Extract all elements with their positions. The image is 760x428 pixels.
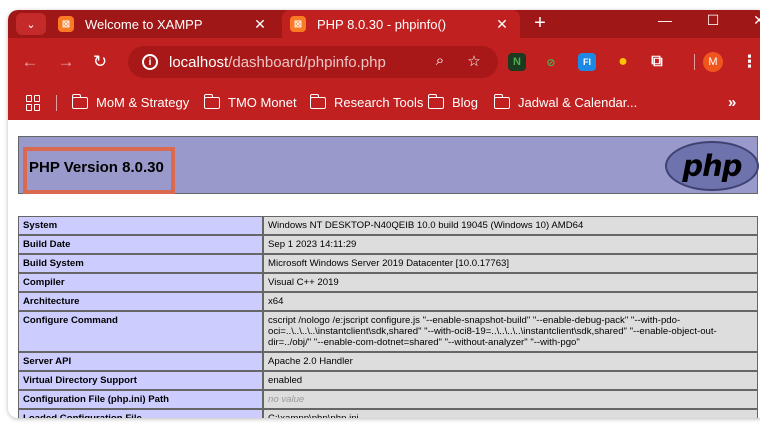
chevron-down-icon: ⌄	[26, 18, 36, 31]
row-value: Apache 2.0 Handler	[263, 352, 758, 371]
folder-icon	[309, 93, 326, 109]
folder-icon	[71, 93, 88, 109]
row-value: Microsoft Windows Server 2019 Datacenter…	[263, 254, 758, 273]
row-key: Build Date	[18, 235, 263, 254]
folder-icon	[493, 93, 510, 109]
highlight-annotation	[23, 147, 175, 194]
yellow-dot-extension-icon[interactable]: ●	[614, 53, 632, 71]
n-extension-icon[interactable]: N	[508, 53, 526, 71]
folder-icon	[203, 93, 220, 109]
bookmark-label: Research Tools	[334, 95, 424, 110]
row-key: System	[18, 216, 263, 235]
eye-slash-extension-icon[interactable]: ⊘	[542, 53, 560, 71]
close-icon[interactable]: ✕	[250, 16, 270, 33]
bookmark-label: Blog	[452, 95, 479, 110]
php-info-table: System Windows NT DESKTOP-N40QEIB 10.0 bu…	[18, 216, 758, 418]
php-header: PHP Version 8.0.30 php	[18, 136, 759, 194]
table-row: Configure Command cscript /nologo /e:jscr…	[18, 311, 758, 352]
row-value: Sep 1 2023 14:11:29	[263, 235, 758, 254]
row-value: x64	[263, 292, 758, 311]
php-logo-text: php	[682, 149, 742, 183]
tab-phpinfo[interactable]: ⊠ PHP 8.0.30 - phpinfo() ✕	[282, 10, 520, 38]
row-value: Windows NT DESKTOP-N40QEIB 10.0 build 19…	[263, 216, 758, 235]
back-arrow-icon[interactable]: ←	[18, 50, 42, 74]
close-icon[interactable]: ✕	[492, 16, 512, 33]
page-content: PHP Version 8.0.30 php System Windows NT …	[8, 120, 760, 418]
toolbar-divider	[694, 54, 695, 70]
bookmark-folder[interactable]: Jadwal & Calendar...	[493, 93, 638, 110]
bookmark-folder[interactable]: MoM & Strategy	[71, 93, 190, 110]
table-row: System Windows NT DESKTOP-N40QEIB 10.0 bu…	[18, 216, 758, 235]
browser-window: ⌄ ⊠ Welcome to XAMPP ✕ ⊠ PHP 8.0.30 - ph…	[8, 10, 760, 418]
fi-extension-icon[interactable]: FI	[578, 53, 596, 71]
bookmark-folder[interactable]: Blog	[427, 93, 479, 110]
row-key: Build System	[18, 254, 263, 273]
more-menu-icon[interactable]: ⋮	[741, 52, 758, 72]
row-key: Configuration File (php.ini) Path	[18, 390, 263, 409]
row-key: Configure Command	[18, 311, 263, 352]
table-row: Loaded Configuration FileC:\xampp\php\ph…	[18, 409, 758, 418]
minimize-icon[interactable]: —	[650, 12, 680, 28]
extensions-puzzle-icon[interactable]: ⧉	[648, 53, 666, 71]
reload-icon[interactable]: ↻	[88, 50, 112, 74]
tab-bar: ⌄ ⊠ Welcome to XAMPP ✕ ⊠ PHP 8.0.30 - ph…	[8, 10, 760, 38]
bookmarks-bar: MoM & Strategy TMO Monet Research Tools …	[8, 86, 760, 120]
table-row: Build System Microsoft Windows Server 201…	[18, 254, 758, 273]
php-logo[interactable]: php	[665, 141, 759, 191]
bookmark-label: TMO Monet	[228, 95, 297, 110]
xampp-icon: ⊠	[58, 16, 74, 32]
table-row: Server API Apache 2.0 Handler	[18, 352, 758, 371]
forward-arrow-icon[interactable]: →	[54, 50, 78, 74]
site-info-icon[interactable]: i	[142, 54, 158, 70]
bookmark-label: MoM & Strategy	[96, 95, 190, 110]
more-bookmarks-icon[interactable]: »	[728, 94, 736, 111]
bookmarks-divider	[56, 95, 57, 111]
table-row: Virtual Directory Support enabled	[18, 371, 758, 390]
table-row: Build Date Sep 1 2023 14:11:29	[18, 235, 758, 254]
window-close-icon[interactable]: ✕	[744, 12, 760, 29]
table-row: Compiler Visual C++ 2019	[18, 273, 758, 292]
tab-title: Welcome to XAMPP	[85, 16, 203, 32]
row-key: Loaded Configuration File	[18, 409, 263, 418]
row-value: C:\xampp\php\php.ini	[263, 409, 758, 418]
new-tab-button[interactable]: +	[528, 12, 552, 35]
zoom-icon[interactable]: ⌕	[430, 52, 450, 69]
folder-icon	[427, 93, 444, 109]
table-row: Architecture x64	[18, 292, 758, 311]
address-bar[interactable]: i localhost/dashboard/phpinfo.php ⌕ ☆	[128, 46, 498, 78]
bookmark-star-icon[interactable]: ☆	[464, 52, 484, 70]
row-key: Virtual Directory Support	[18, 371, 263, 390]
tab-search-button[interactable]: ⌄	[16, 13, 46, 35]
apps-grid-icon[interactable]	[26, 95, 42, 111]
row-value: enabled	[263, 371, 758, 390]
row-value: no value	[263, 390, 758, 409]
row-value: cscript /nologo /e:jscript configure.js …	[263, 311, 758, 352]
row-key: Compiler	[18, 273, 263, 292]
row-key: Server API	[18, 352, 263, 371]
table-row: Configuration File (php.ini) Path no valu…	[18, 390, 758, 409]
profile-avatar[interactable]: M	[703, 52, 723, 72]
xampp-icon: ⊠	[290, 16, 306, 32]
bookmark-folder[interactable]: TMO Monet	[203, 93, 297, 110]
navigation-toolbar: ← → ↻ i localhost/dashboard/phpinfo.php …	[8, 38, 760, 86]
url-text[interactable]: localhost/dashboard/phpinfo.php	[169, 54, 386, 71]
tab-title: PHP 8.0.30 - phpinfo()	[317, 16, 447, 32]
row-key: Architecture	[18, 292, 263, 311]
maximize-icon[interactable]: ☐	[698, 12, 728, 29]
row-value: Visual C++ 2019	[263, 273, 758, 292]
bookmark-label: Jadwal & Calendar...	[518, 95, 638, 110]
bookmark-folder[interactable]: Research Tools	[309, 93, 424, 110]
tab-welcome-xampp[interactable]: ⊠ Welcome to XAMPP ✕	[50, 10, 278, 38]
